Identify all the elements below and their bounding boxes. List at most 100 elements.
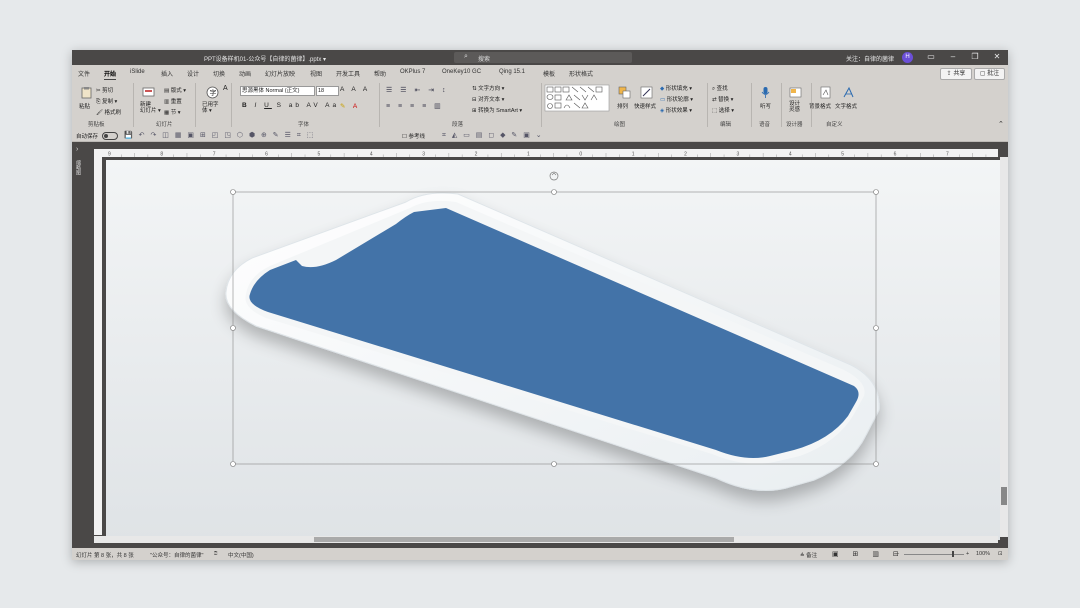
arrange-icon[interactable] [618,86,631,99]
background-format-button[interactable]: 背景格式 [809,102,831,110]
new-slide-button[interactable]: 新建 幻灯片 ▾ [140,102,161,114]
font-name-select[interactable]: 思源黑体 Normal (正文) [240,86,315,96]
align-buttons[interactable]: ≡ ≡ ≡ ≡ ▥ [386,102,444,110]
smartart-button[interactable]: ⊞ 转换为 SmartArt ▾ [472,106,522,114]
align-text-button[interactable]: ⊟ 对齐文本 ▾ [472,95,504,103]
quick-styles-button[interactable]: 快速样式 [634,102,656,110]
new-slide-icon[interactable] [142,86,155,99]
autosave-toggle[interactable] [102,132,118,140]
vertical-scroll-thumb[interactable] [1001,487,1007,505]
minimize-icon[interactable]: – [946,52,960,61]
language-status[interactable]: 中文(中国) [228,551,254,559]
tab-qing[interactable]: Qing 15.1 [499,69,525,75]
shape-effects-button[interactable]: ◈ 形状效果 ▾ [660,106,692,114]
shape-fill-button[interactable]: ◆ 形状填充 ▾ [660,84,692,92]
zoom-level[interactable]: 100% [976,551,990,557]
font-circle-icon[interactable]: 字 [206,86,219,99]
tab-shape-format[interactable]: 形状格式 [569,69,593,78]
text-direction-button[interactable]: ⇅ 文字方向 ▾ [472,84,504,92]
chevron-right-icon[interactable]: › [76,146,78,153]
text-format-button[interactable]: 文字格式 [835,102,857,110]
comment-button[interactable]: ▢ 批注 [974,68,1005,80]
tab-okplus[interactable]: OKPlus 7 [400,69,425,75]
share-icon: ⇪ [946,71,952,77]
tab-insert[interactable]: 插入 [161,69,173,78]
ruler-number: 3 [737,152,740,158]
zoom-slider[interactable] [904,554,964,555]
quick-styles-icon[interactable] [640,86,653,99]
select-button[interactable]: ⬚ 选择 ▾ [712,106,734,114]
tab-islide[interactable]: iSlide [130,69,145,75]
reuse-font-button[interactable]: 已用字 体 ▾ [202,102,219,114]
title-bar: PPT设备样机01-公众号【自律的菌律】.pptx ▾ ⌕ 搜索 关注：自律的菌… [72,50,1008,65]
font-style-buttons[interactable]: B I U S ab AV Aa [242,102,339,109]
tab-slideshow[interactable]: 幻灯片放映 [265,69,295,78]
text-format-icon[interactable] [842,86,855,99]
font-color-buttons[interactable]: ✎ A [340,102,360,110]
format-painter-button[interactable]: 🖌 格式刷 [96,108,121,116]
font-size-buttons[interactable]: A A A [340,86,370,93]
tab-template[interactable]: 模板 [543,69,555,78]
thumbnail-pane: › 缩略图 [72,142,87,548]
ruler-number: 7 [213,152,216,158]
paste-icon[interactable] [80,86,93,99]
qat-icons-2[interactable]: ⌗ ◭ ▭ ▤ ◻ ◆ ✎ ▣ ⌄ [442,131,544,140]
copy-button[interactable]: ⎘ 复制 ▾ [96,97,117,106]
font-increase-icon[interactable]: A [223,85,228,92]
ribbon-display-icon[interactable]: ▭ [924,52,938,61]
shapes-gallery[interactable] [544,84,610,112]
tab-onekey[interactable]: OneKey10 GC [442,69,481,75]
layout-button[interactable]: ▤ 版式 ▾ [164,86,186,94]
tab-design[interactable]: 设计 [187,69,199,78]
phone-mockup[interactable] [106,160,1000,540]
arrange-button[interactable]: 排列 [617,102,628,110]
microphone-icon[interactable] [759,86,772,99]
tab-developer[interactable]: 开发工具 [336,69,360,78]
accessibility-icon[interactable]: ⍰ [214,551,217,558]
find-button[interactable]: ⌕ 查找 [712,84,728,93]
view-buttons[interactable]: ▣ ⊞ ▥ ⊟ [832,550,905,558]
zoom-in-icon[interactable]: + [966,551,969,557]
avatar[interactable]: H [902,52,913,63]
cut-button[interactable]: ✂ 剪切 [96,86,113,94]
horizontal-scroll-thumb[interactable] [314,537,734,542]
tab-animations[interactable]: 动画 [239,69,251,78]
qat-icons[interactable]: 💾 ↶ ↷ ◫ ▦ ▣ ⊞ ◰ ◳ ⬡ ⬢ ⊕ ✎ ☰ ⌗ ⬚ [124,131,315,140]
search-icon: ⌕ [464,53,468,60]
zoom-slider-thumb[interactable] [952,551,954,557]
comment-icon: ▢ [979,71,986,77]
tab-transitions[interactable]: 切换 [213,69,225,78]
list-buttons[interactable]: ☰ ☰ ⇤ ⇥ ↕ [386,86,449,94]
search-box[interactable]: ⌕ 搜索 [454,52,632,63]
zoom-out-icon[interactable]: – [896,551,899,557]
slide-canvas[interactable] [106,160,1000,540]
tab-home[interactable]: 开始 [104,69,117,80]
notes-button[interactable]: ≙ 备注 [800,551,817,559]
share-button[interactable]: ⇪ 共享 [940,68,972,80]
font-size-select[interactable]: 18 [316,86,339,96]
tab-view[interactable]: 视图 [310,69,322,78]
background-format-icon[interactable] [819,86,832,99]
tab-help[interactable]: 帮助 [374,69,386,78]
design-ideas-button[interactable]: 设计 灵感 [789,101,800,113]
paste-button[interactable]: 粘贴 [79,102,90,110]
fit-slide-icon[interactable]: ⊡ [998,551,1003,557]
ribbon: 粘贴 ✂ 剪切 ⎘ 复制 ▾ 🖌 格式刷 剪贴板 新建 幻灯片 ▾ ▤ 版式 ▾… [72,80,1008,130]
thumbnail-pane-label[interactable]: 缩略图 [75,160,82,175]
ruler-number: 6 [894,152,897,158]
restore-icon[interactable]: ❐ [968,52,982,61]
replace-button[interactable]: ⇄ 替换 ▾ [712,95,733,103]
dictate-button[interactable]: 听写 [760,102,771,110]
reset-button[interactable]: ▥ 重置 [164,97,182,105]
section-button[interactable]: ▦ 节 ▾ [164,108,181,116]
close-icon[interactable]: ✕ [990,52,1004,61]
collapse-ribbon-icon[interactable]: ⌃ [998,120,1004,128]
horizontal-scrollbar[interactable] [94,536,998,543]
design-ideas-icon[interactable] [789,86,802,99]
shape-outline-button[interactable]: ▭ 形状轮廓 ▾ [660,95,693,103]
vertical-scrollbar[interactable] [1000,157,1008,537]
group-paragraph: ☰ ☰ ⇤ ⇥ ↕ ≡ ≡ ≡ ≡ ▥ ⇅ 文字方向 ▾ ⊟ 对齐文本 ▾ ⊞ … [380,80,540,130]
tab-file[interactable]: 文件 [78,69,90,78]
ruler-number: 2 [475,152,478,158]
reference-line-checkbox[interactable]: ☐ 参考线 [402,132,425,140]
